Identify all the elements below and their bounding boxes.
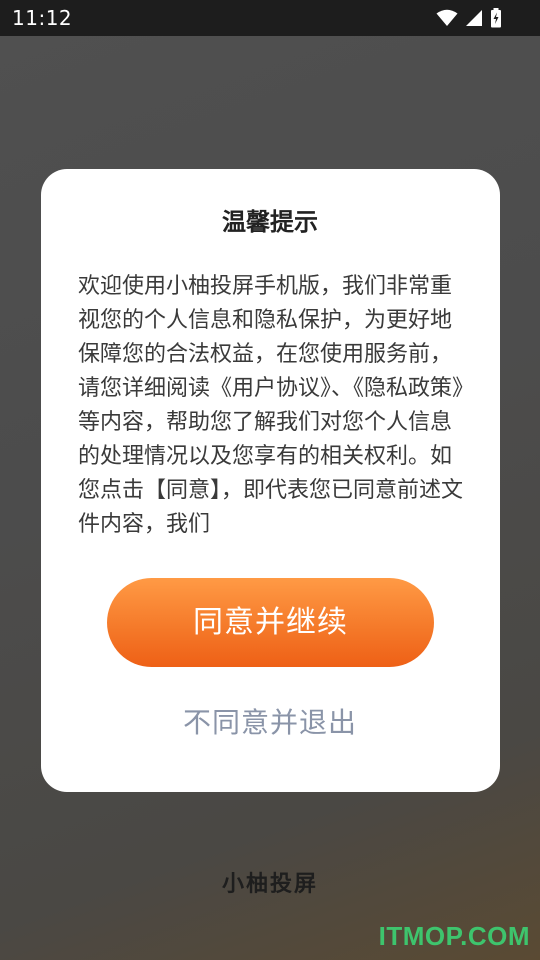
dialog-body-text: 欢迎使用小柚投屏手机版，我们非常重视您的个人信息和隐私保护，为更好地保障您的合法… [78, 274, 464, 537]
agree-continue-button[interactable]: 同意并继续 [107, 578, 434, 667]
battery-charging-icon [490, 8, 502, 28]
dialog-body-scroll[interactable]: 欢迎使用小柚投屏手机版，我们非常重视您的个人信息和隐私保护，为更好地保障您的合法… [78, 270, 468, 544]
app-name: 小柚投屏 [221, 872, 318, 897]
signal-icon [465, 9, 483, 27]
watermark: ITMOP.COM [378, 921, 530, 951]
dialog-title: 温馨提示 [222, 208, 318, 236]
disagree-exit-button[interactable]: 不同意并退出 [0, 703, 540, 743]
status-icons [436, 7, 502, 29]
status-time: 11:12 [12, 6, 73, 30]
wifi-icon [436, 9, 458, 27]
status-bar: 11:12 [0, 0, 540, 36]
